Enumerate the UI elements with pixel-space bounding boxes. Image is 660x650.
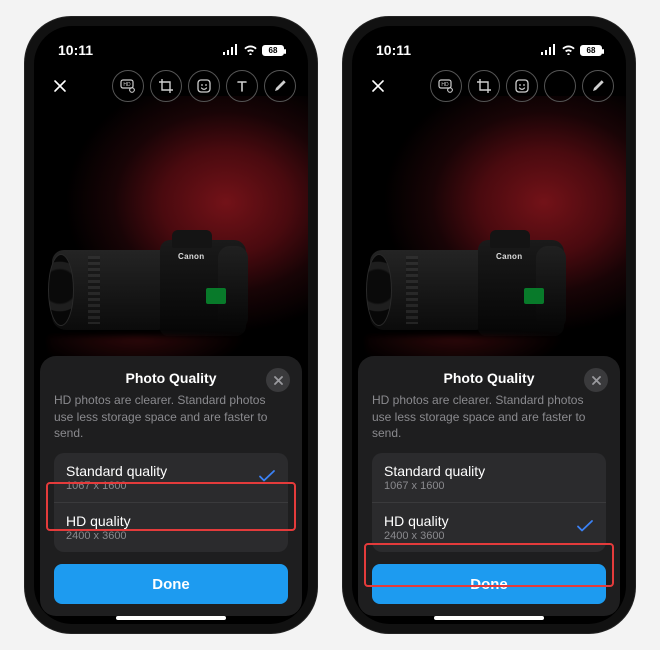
crop-icon[interactable] (150, 70, 182, 102)
option-hd-quality[interactable]: HD quality 2400 x 3600 (372, 502, 606, 552)
signal-icon (223, 42, 239, 58)
option-resolution: 2400 x 3600 (66, 530, 131, 542)
photo-subject: Canon (52, 240, 242, 350)
status-time: 10:11 (58, 42, 93, 58)
quality-options: Standard quality 1067 x 1600 HD quality … (54, 453, 288, 552)
wifi-icon (243, 42, 258, 58)
option-label: HD quality (384, 513, 449, 529)
home-indicator[interactable] (116, 616, 226, 620)
sheet-close-button[interactable] (584, 368, 608, 392)
photo-subject: Canon (370, 240, 560, 350)
sheet-description: HD photos are clearer. Standard photos u… (54, 392, 288, 441)
dynamic-island (444, 26, 534, 52)
sticker-icon[interactable] (506, 70, 538, 102)
tool-group: HD (430, 70, 614, 102)
sheet-close-button[interactable] (266, 368, 290, 392)
text-icon[interactable] (544, 70, 576, 102)
option-resolution: 2400 x 3600 (384, 530, 449, 542)
tool-group: HD (112, 70, 296, 102)
battery-icon: 68 (580, 45, 602, 56)
wifi-icon (561, 42, 576, 58)
editor-toolbar: HD (352, 66, 626, 112)
sheet-title: Photo Quality (126, 370, 217, 386)
option-hd-quality[interactable]: HD quality 2400 x 3600 (54, 502, 288, 552)
editor-toolbar: HD (34, 66, 308, 112)
quality-options: Standard quality 1067 x 1600 HD quality … (372, 453, 606, 552)
done-button[interactable]: Done (372, 564, 606, 604)
battery-icon: 68 (262, 45, 284, 56)
hd-settings-icon[interactable]: HD (430, 70, 462, 102)
option-label: Standard quality (384, 463, 485, 479)
crop-icon[interactable] (468, 70, 500, 102)
sheet-description: HD photos are clearer. Standard photos u… (372, 392, 606, 441)
sticker-icon[interactable] (188, 70, 220, 102)
svg-text:HD: HD (123, 82, 131, 88)
photo-quality-sheet: Photo Quality HD photos are clearer. Sta… (40, 356, 302, 616)
sheet-title: Photo Quality (444, 370, 535, 386)
draw-icon[interactable] (264, 70, 296, 102)
done-button[interactable]: Done (54, 564, 288, 604)
text-icon[interactable] (226, 70, 258, 102)
screen: 10:11 68 HD (34, 26, 308, 624)
option-resolution: 1067 x 1600 (384, 480, 485, 492)
check-icon (576, 517, 594, 538)
close-button[interactable] (46, 72, 74, 100)
option-label: Standard quality (66, 463, 167, 479)
hd-settings-icon[interactable]: HD (112, 70, 144, 102)
check-icon (258, 467, 276, 488)
signal-icon (541, 42, 557, 58)
screen: 10:11 68 HD (352, 26, 626, 624)
close-button[interactable] (364, 72, 392, 100)
dynamic-island (126, 26, 216, 52)
home-indicator[interactable] (434, 616, 544, 620)
option-resolution: 1067 x 1600 (66, 480, 167, 492)
option-standard-quality[interactable]: Standard quality 1067 x 1600 (372, 453, 606, 502)
option-standard-quality[interactable]: Standard quality 1067 x 1600 (54, 453, 288, 502)
status-time: 10:11 (376, 42, 411, 58)
status-right: 68 (223, 42, 284, 58)
svg-text:HD: HD (441, 82, 449, 88)
status-right: 68 (541, 42, 602, 58)
photo-quality-sheet: Photo Quality HD photos are clearer. Sta… (358, 356, 620, 616)
phone-frame-right: 10:11 68 HD (343, 17, 635, 633)
option-label: HD quality (66, 513, 131, 529)
draw-icon[interactable] (582, 70, 614, 102)
phone-frame-left: 10:11 68 HD (25, 17, 317, 633)
